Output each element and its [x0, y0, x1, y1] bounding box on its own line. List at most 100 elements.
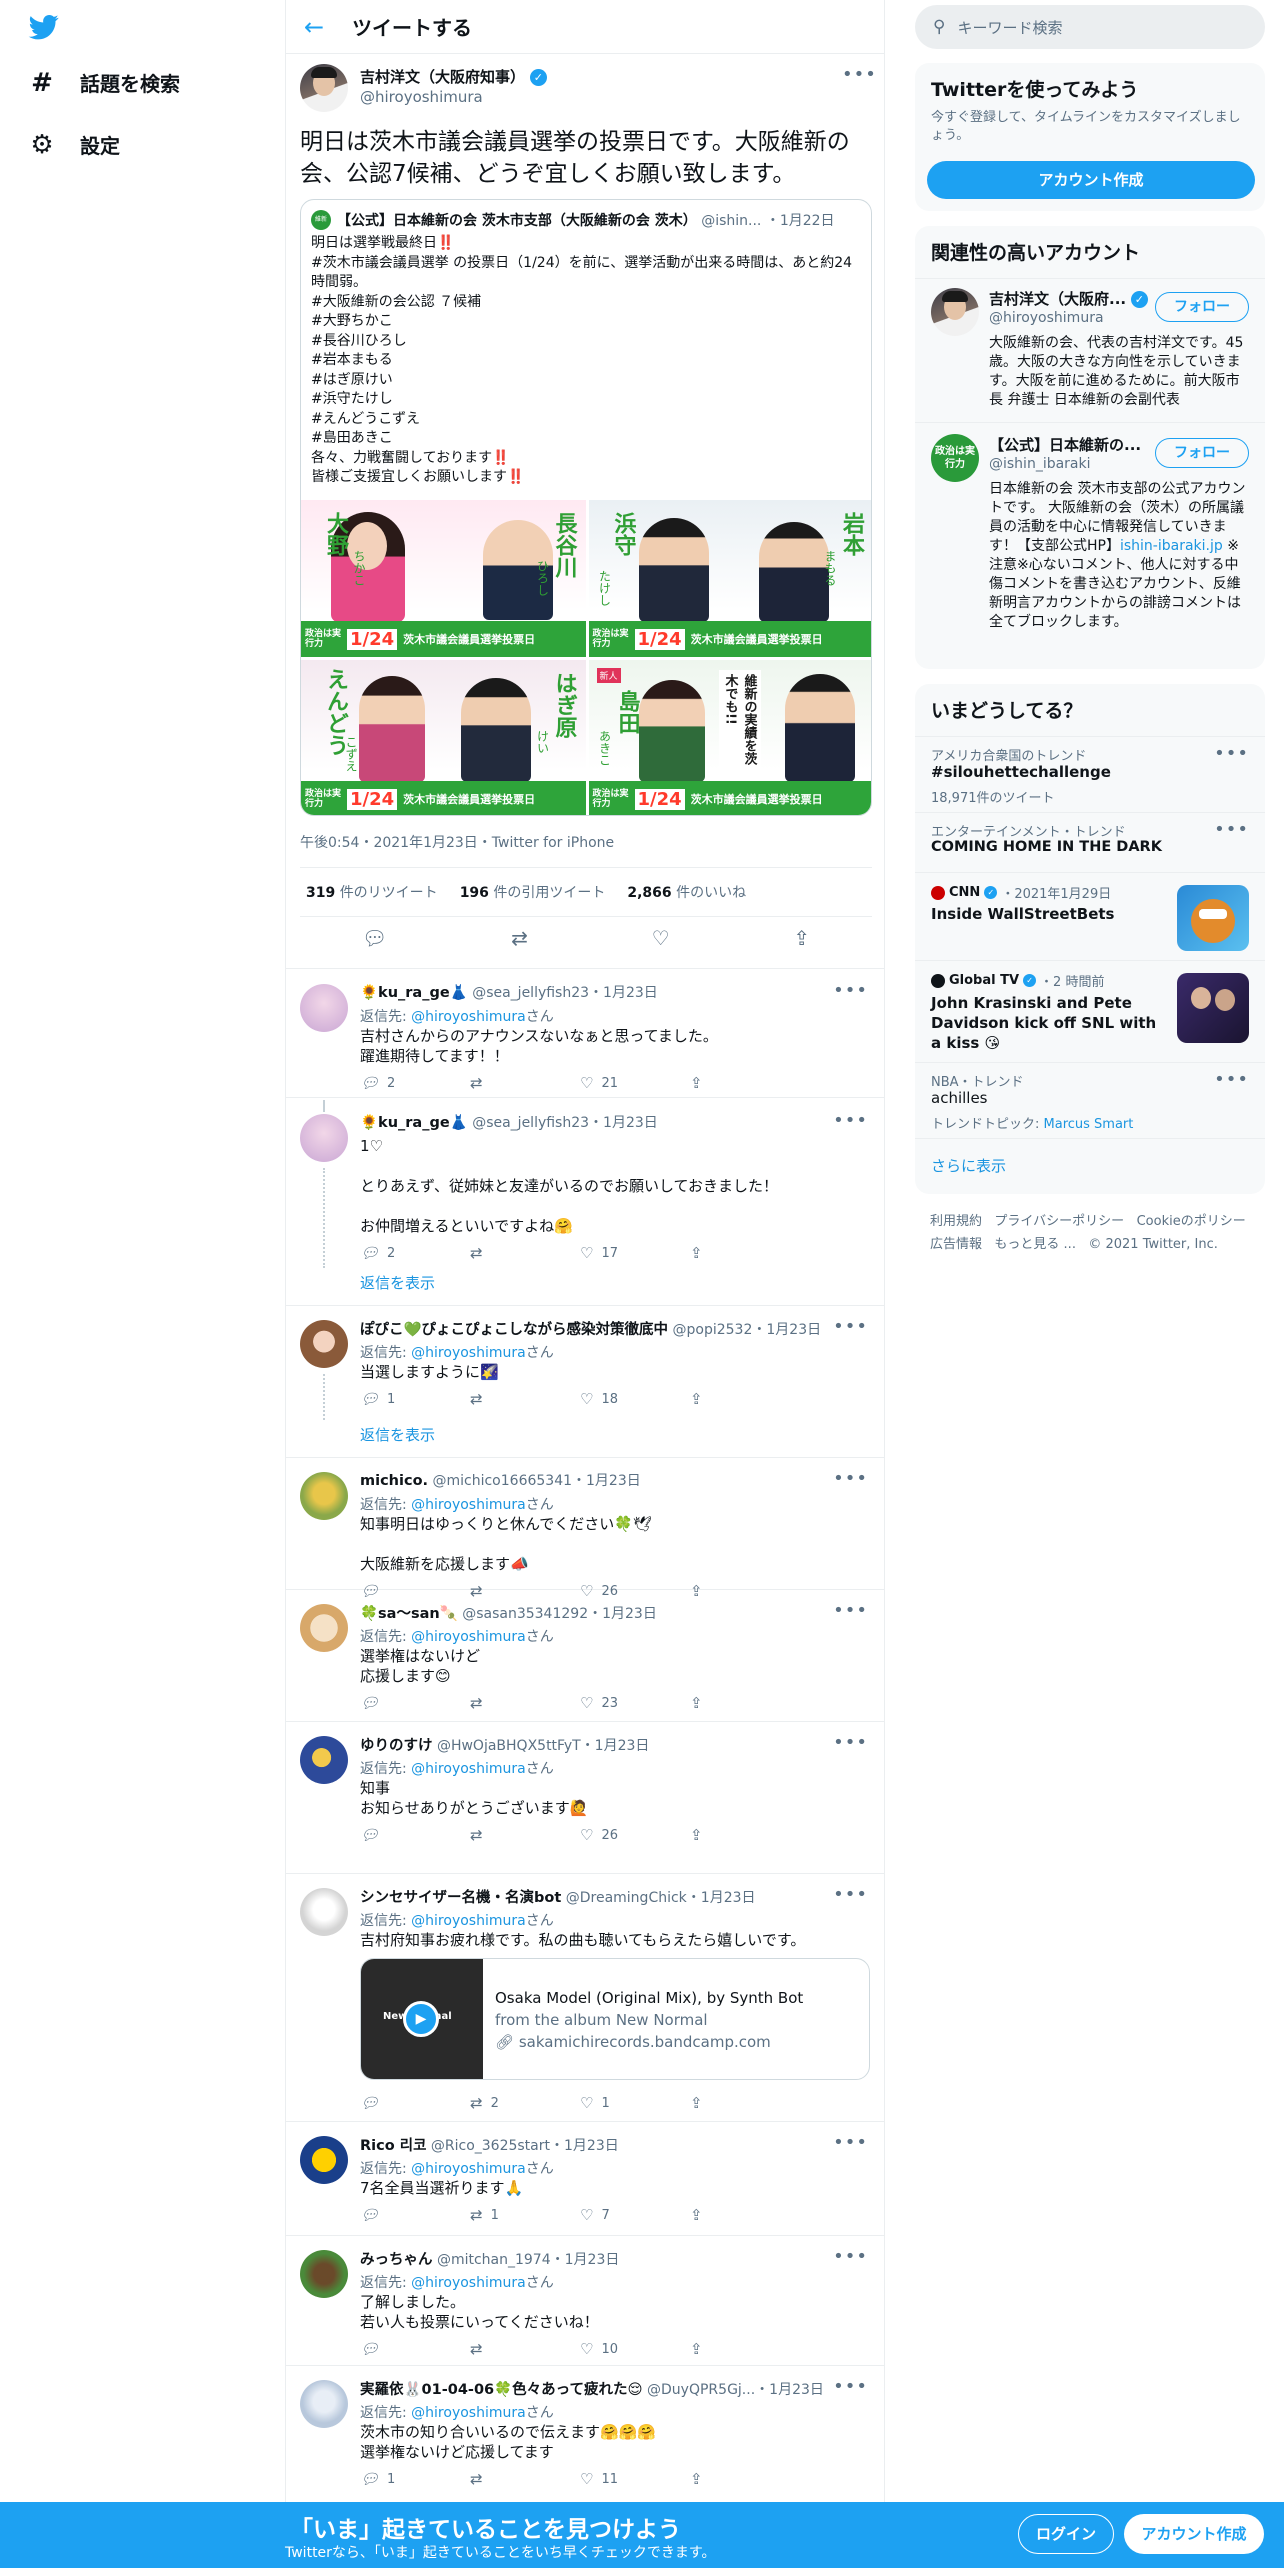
footer-link[interactable]: プライバシーポリシー	[994, 1214, 1124, 1229]
reply-reply-button[interactable]: 💬︎ 1	[360, 1390, 470, 1408]
reply-reply-button[interactable]: 💬︎ 2	[360, 1074, 470, 1092]
reply-reply-button[interactable]: 💬︎	[360, 1826, 470, 1844]
candidate-poster[interactable]: 大野 ちかこ 長谷川 ひろし 政治は実行力 1/24 茨木市議会議員選挙投票日	[301, 500, 586, 657]
reply-more-icon[interactable]: •••	[833, 1468, 868, 1489]
reply-retweet-button[interactable]: ⇄ 2	[470, 2094, 580, 2112]
play-icon[interactable]: ▶	[403, 2001, 439, 2037]
reply-more-icon[interactable]: •••	[833, 2132, 868, 2153]
reply-reply-button[interactable]: 💬︎ 1	[360, 2470, 470, 2488]
reply-retweet-button[interactable]: ⇄	[470, 2340, 580, 2358]
candidate-poster[interactable]: 島田 あきこ 維新の実績を茨木でも!! 新人 政治は実行力 1/24 茨木市議会…	[588, 660, 871, 815]
follow-button[interactable]: フォロー	[1155, 292, 1249, 322]
reply-like-button[interactable]: ♡ 21	[580, 1074, 690, 1092]
reply-date[interactable]: ・1月23日	[572, 1473, 641, 1489]
search-input[interactable]: ⚲ キーワード検索	[915, 5, 1265, 49]
account-name[interactable]: 【公式】日本維新の...	[989, 436, 1141, 454]
trend-more-icon[interactable]: •••	[1214, 819, 1249, 840]
reply-avatar[interactable]	[300, 1114, 348, 1162]
share-icon[interactable]: ⇪	[793, 926, 810, 950]
reply-tweet[interactable]: 🌻ku_ra_ge👗 @sea_jellyfish23・1月23日 ••• 1♡ と…	[286, 1100, 884, 1306]
trend-item[interactable]: アメリカ合衆国のトレンド #silouhettechallenge 18,971…	[915, 736, 1265, 812]
link-card[interactable]: New Normal▶ Osaka Model (Original Mix), b…	[360, 1958, 870, 2080]
footer-link[interactable]: Cookieのポリシー	[1137, 1214, 1246, 1229]
trend-more-icon[interactable]: •••	[1214, 1069, 1249, 1090]
reply-author-name[interactable]: 実羅依🐰01-04-06🍀色々あって疲れた😌	[360, 2382, 643, 2398]
reply-to-handle[interactable]: @hiroyoshimura	[411, 2405, 526, 2421]
reply-more-icon[interactable]: •••	[833, 1884, 868, 1905]
reply-author-handle[interactable]: @michico16665341	[433, 1473, 573, 1489]
reply-author-name[interactable]: ゆりのすけ	[360, 1738, 433, 1754]
reply-author-name[interactable]: みっちゃん	[360, 2252, 433, 2268]
reply-like-button[interactable]: ♡ 10	[580, 2340, 690, 2358]
reply-tweet[interactable]: michico. @michico16665341・1月23日 ••• 返信先: @…	[286, 1458, 884, 1600]
reply-retweet-button[interactable]: ⇄	[470, 1390, 580, 1408]
quote-stat[interactable]: 196 件の引用ツイート	[460, 882, 606, 902]
reply-more-icon[interactable]: •••	[833, 980, 868, 1001]
like-stat[interactable]: 2,866 件のいいね	[627, 882, 746, 902]
reply-author-name[interactable]: michico.	[360, 1473, 428, 1489]
reply-tweet[interactable]: 🌻ku_ra_ge👗 @sea_jellyfish23・1月23日 ••• 返信先:…	[286, 970, 884, 1098]
like-icon[interactable]: ♡	[652, 926, 670, 950]
reply-more-icon[interactable]: •••	[833, 1316, 868, 1337]
trend-item[interactable]: NBA・トレンド achilles トレンドトピック: Marcus Smart…	[915, 1062, 1265, 1138]
show-more-link[interactable]: さらに表示	[915, 1138, 1265, 1194]
reply-more-icon[interactable]: •••	[833, 1600, 868, 1621]
reply-author-handle[interactable]: @Rico_3625start	[431, 2138, 550, 2154]
reply-avatar[interactable]	[300, 2136, 348, 2184]
reply-date[interactable]: ・1月23日	[589, 985, 658, 1001]
trend-item[interactable]: CNN ✓ ・2021年1月29日 Inside WallStreetBets	[915, 872, 1265, 960]
reply-reply-button[interactable]: 💬︎	[360, 2340, 470, 2358]
show-replies-link[interactable]: 返信を表示	[360, 1272, 435, 1293]
footer-link[interactable]: 広告情報	[930, 1237, 982, 1252]
reply-author-handle[interactable]: @DreamingChick	[566, 1890, 687, 1906]
reply-author-handle[interactable]: @DuyQPR5Gj...	[647, 2382, 755, 2398]
reply-author-name[interactable]: シンセサイザー名機・名演bot	[360, 1890, 561, 1906]
reply-avatar[interactable]	[300, 984, 348, 1032]
reply-to-handle[interactable]: @hiroyoshimura	[411, 2275, 526, 2291]
retweet-icon[interactable]: ⇄	[511, 926, 528, 950]
reply-reply-button[interactable]: 💬︎	[360, 1694, 470, 1712]
reply-like-button[interactable]: ♡ 7	[580, 2206, 690, 2224]
reply-like-button[interactable]: ♡ 1	[580, 2094, 690, 2112]
reply-author-handle[interactable]: @mitchan_1974	[437, 2252, 551, 2268]
reply-more-icon[interactable]: •••	[833, 2246, 868, 2267]
reply-tweet[interactable]: Rico 리코 @Rico_3625start・1月23日 ••• 返信先: @hi…	[286, 2122, 884, 2236]
retweet-stat[interactable]: 319 件のリツイート	[306, 882, 438, 902]
bottom-signup-button[interactable]: アカウント作成	[1124, 2514, 1264, 2554]
reply-to-handle[interactable]: @hiroyoshimura	[411, 1345, 526, 1361]
reply-retweet-button[interactable]: ⇄	[470, 1074, 580, 1092]
tweet-timestamp[interactable]: 午後0:54・2021年1月23日・Twitter for iPhone	[300, 832, 614, 852]
account-bio-link[interactable]: ishin-ibaraki.jp	[1120, 538, 1223, 554]
reply-avatar[interactable]	[300, 2250, 348, 2298]
reply-date[interactable]: ・1月23日	[551, 2252, 620, 2268]
reply-share-button[interactable]: ⇪	[690, 2340, 800, 2358]
reply-retweet-button[interactable]: ⇄	[470, 1244, 580, 1262]
reply-reply-button[interactable]: 💬︎	[360, 2094, 470, 2112]
account-avatar[interactable]: 政治は実行力	[931, 434, 979, 482]
nav-explore[interactable]: # 話題を検索	[28, 68, 180, 98]
trend-item[interactable]: エンターテインメント・トレンド COMING HOME IN THE DARK …	[915, 812, 1265, 872]
reply-share-button[interactable]: ⇪	[690, 2206, 800, 2224]
reply-date[interactable]: ・1月23日	[581, 1738, 650, 1754]
reply-avatar[interactable]	[300, 1888, 348, 1936]
account-avatar[interactable]	[931, 288, 979, 336]
reply-retweet-button[interactable]: ⇄	[470, 1826, 580, 1844]
reply-share-button[interactable]: ⇪	[690, 1390, 800, 1408]
reply-tweet[interactable]: 🍀sa〜san🍡 @sasan35341292・1月23日 ••• 返信先: @hi…	[286, 1590, 884, 1722]
reply-tweet[interactable]: みっちゃん @mitchan_1974・1月23日 ••• 返信先: @hiroyo…	[286, 2236, 884, 2366]
follow-button[interactable]: フォロー	[1155, 438, 1249, 468]
reply-date[interactable]: ・1月23日	[550, 2138, 619, 2154]
reply-to-handle[interactable]: @hiroyoshimura	[411, 1761, 526, 1777]
reply-author-name[interactable]: ぽぴこ💚ぴょこぴょこしながら感染対策徹底中	[360, 1322, 668, 1338]
candidate-poster[interactable]: 浜守 たけし 岩本 まもる 政治は実行力 1/24 茨木市議会議員選挙投票日	[588, 500, 871, 657]
reply-tweet[interactable]: ゆりのすけ @HwOjaBHQX5ttFyT・1月23日 ••• 返信先: @hir…	[286, 1722, 884, 1874]
reply-date[interactable]: ・1月23日	[588, 1606, 657, 1622]
signup-button[interactable]: アカウント作成	[927, 161, 1255, 199]
reply-avatar[interactable]	[300, 1472, 348, 1520]
reply-like-button[interactable]: ♡ 26	[580, 1826, 690, 1844]
reply-author-handle[interactable]: @sea_jellyfish23	[472, 1115, 589, 1131]
more-icon[interactable]: •••	[842, 64, 877, 85]
reply-share-button[interactable]: ⇪	[690, 1074, 800, 1092]
reply-author-name[interactable]: 🌻ku_ra_ge👗	[360, 1115, 468, 1131]
author-name-row[interactable]: 吉村洋文（大阪府知事） ✓	[360, 66, 547, 87]
